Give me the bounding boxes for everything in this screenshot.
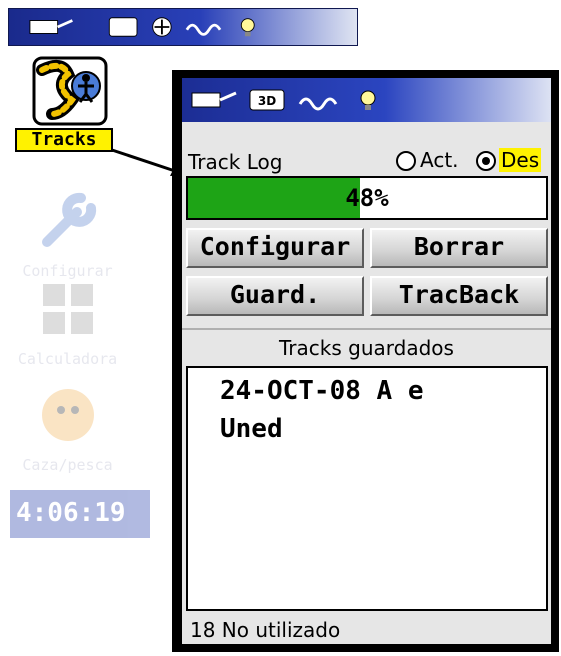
borrar-button[interactable]: Borrar bbox=[370, 228, 548, 268]
tracks-menu-icon[interactable] bbox=[28, 56, 112, 128]
dialog-status-bar: 3D bbox=[182, 78, 551, 122]
tracback-button[interactable]: TracBack bbox=[370, 276, 548, 316]
track-log-label: Track Log bbox=[188, 150, 283, 174]
progress-percent: 48% bbox=[345, 184, 389, 212]
saved-track-line1[interactable]: 24-OCT-08 A e bbox=[220, 376, 424, 406]
background-status-bar bbox=[8, 8, 358, 46]
section-divider bbox=[182, 328, 551, 330]
saved-tracks-list[interactable]: 24-OCT-08 A e Uned bbox=[186, 366, 548, 611]
configurar-button[interactable]: Configurar bbox=[186, 228, 364, 268]
battery-icon bbox=[191, 91, 237, 108]
3d-fix-icon: 3D bbox=[249, 89, 285, 111]
clock-time: 4:06:19 bbox=[16, 498, 126, 528]
saved-tracks-title: Tracks guardados bbox=[279, 336, 454, 360]
menu-item-caza-pesca[interactable]: Caza/pesca bbox=[15, 384, 120, 494]
saved-track-line2[interactable]: Uned bbox=[220, 414, 283, 444]
menu-item-label: Caza/pesca bbox=[22, 456, 113, 474]
light-icon bbox=[360, 90, 376, 110]
radio-desactivado-label[interactable]: Des bbox=[499, 148, 542, 172]
wrench-icon bbox=[42, 192, 97, 247]
radio-desactivado[interactable] bbox=[476, 151, 496, 171]
gps-signal-icon bbox=[108, 17, 138, 37]
compass-icon bbox=[152, 17, 172, 37]
tracks-dialog: 3D Track Log Act. Des 48% Configurar Bor… bbox=[172, 70, 559, 652]
light-icon bbox=[240, 18, 255, 37]
memory-status: 18 No utilizado bbox=[190, 618, 341, 642]
fish-icon bbox=[42, 389, 94, 441]
svg-text:3D: 3D bbox=[258, 94, 276, 108]
radio-activado[interactable] bbox=[396, 151, 416, 171]
menu-item-label: Calculadora bbox=[17, 350, 118, 368]
track-icon bbox=[185, 23, 222, 36]
footprints-icon bbox=[32, 56, 108, 126]
status-icons bbox=[29, 17, 255, 37]
menu-item-calculadora[interactable]: Calculadora bbox=[15, 278, 120, 388]
track-icon bbox=[298, 97, 338, 111]
guardar-button[interactable]: Guard. bbox=[186, 276, 364, 316]
battery-icon bbox=[29, 19, 73, 34]
calculator-icon bbox=[43, 284, 93, 334]
dialog-status-icons: 3D bbox=[191, 89, 376, 111]
clock-display: 4:06:19 bbox=[10, 490, 150, 538]
track-log-progress-bar: 48% bbox=[186, 176, 548, 220]
tracks-panel: 3D Track Log Act. Des 48% Configurar Bor… bbox=[182, 78, 551, 644]
radio-activado-label[interactable]: Act. bbox=[420, 148, 459, 172]
tracks-menu-label[interactable]: Tracks bbox=[15, 128, 113, 152]
